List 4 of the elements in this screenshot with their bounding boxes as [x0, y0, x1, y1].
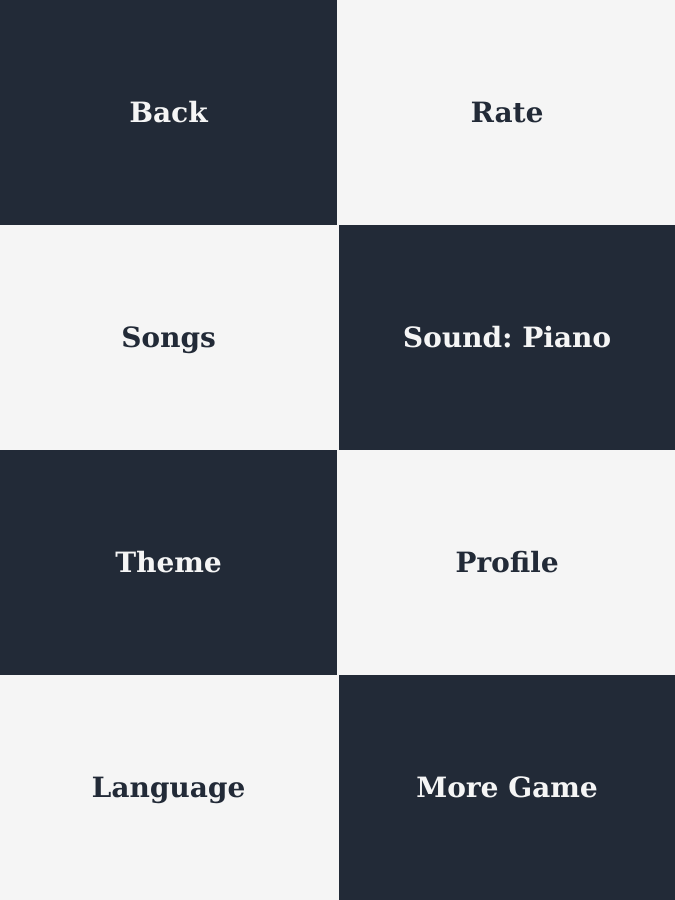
menu-tile[interactable]: Back [0, 0, 337, 225]
menu-tile[interactable]: Theme [0, 450, 337, 675]
menu-tile[interactable]: Sound: Piano [339, 225, 675, 450]
menu-tile[interactable]: More Game [339, 675, 675, 900]
